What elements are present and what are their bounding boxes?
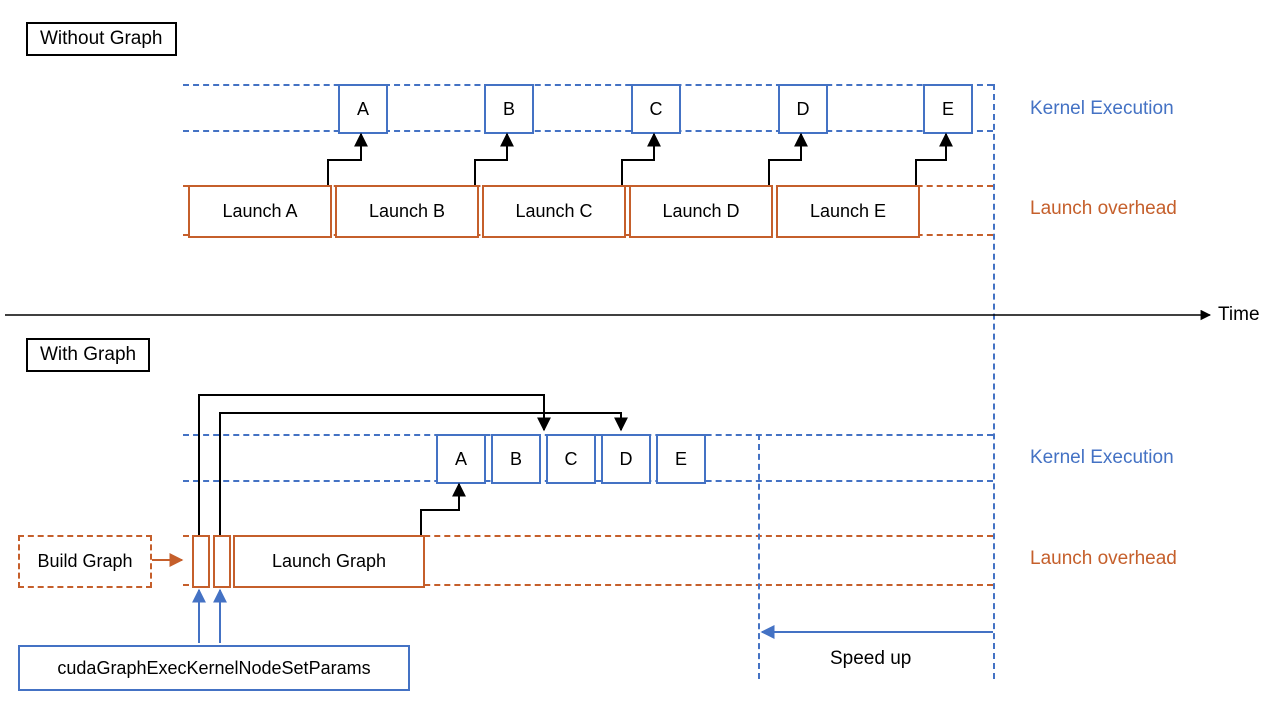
launch-label: Launch C	[515, 201, 592, 222]
kernel-box-a-2: A	[436, 434, 486, 484]
kernel-box-c-2: C	[546, 434, 596, 484]
row-label-launch-top: Launch overhead	[1030, 198, 1177, 220]
launch-label: Launch A	[222, 201, 297, 222]
api-box: cudaGraphExecKernelNodeSetParams	[18, 645, 410, 691]
speedup-right-line	[993, 84, 995, 679]
arrow-launch-c	[622, 134, 654, 185]
launch-label: Launch D	[662, 201, 739, 222]
arrow-launch-a	[328, 134, 361, 185]
kernel-label: B	[503, 99, 515, 120]
kernel-label: D	[797, 99, 810, 120]
kernel-label: D	[620, 449, 633, 470]
kernel-label: E	[675, 449, 687, 470]
kernel-box-c: C	[631, 84, 681, 134]
row-label-kernel-bottom: Kernel Execution	[1030, 447, 1174, 469]
launch-graph-box: Launch Graph	[233, 535, 425, 588]
pre-box-1	[192, 535, 210, 588]
arrow-launch-b	[475, 134, 507, 185]
build-graph-label: Build Graph	[37, 551, 132, 572]
launch-box-c: Launch C	[482, 185, 626, 238]
kernel-label: C	[565, 449, 578, 470]
kernel-box-d-2: D	[601, 434, 651, 484]
row-label-launch-bottom: Launch overhead	[1030, 548, 1177, 570]
kernel-box-b: B	[484, 84, 534, 134]
arrow-launch-e	[916, 134, 946, 185]
launch-label: Launch E	[810, 201, 886, 222]
arrow-launch-d	[769, 134, 801, 185]
launch-box-b: Launch B	[335, 185, 479, 238]
arrow-launch-graph	[421, 484, 459, 535]
launch-label: Launch Graph	[272, 551, 386, 572]
kernel-box-a: A	[338, 84, 388, 134]
pre-box-2	[213, 535, 231, 588]
lane-kernel-bottom	[183, 130, 993, 132]
axis-time-label: Time	[1218, 304, 1260, 326]
launch-label: Launch B	[369, 201, 445, 222]
launch-box-a: Launch A	[188, 185, 332, 238]
lane-kernel-top	[183, 84, 993, 86]
kernel-box-b-2: B	[491, 434, 541, 484]
build-graph-box: Build Graph	[18, 535, 152, 588]
kernel-label: A	[455, 449, 467, 470]
api-label: cudaGraphExecKernelNodeSetParams	[57, 658, 370, 679]
kernel-box-e: E	[923, 84, 973, 134]
kernel-box-d: D	[778, 84, 828, 134]
row-label-kernel-top: Kernel Execution	[1030, 98, 1174, 120]
speedup-left-line	[758, 434, 760, 679]
speedup-label: Speed up	[830, 648, 911, 670]
kernel-label: A	[357, 99, 369, 120]
kernel-label: E	[942, 99, 954, 120]
kernel-label: B	[510, 449, 522, 470]
kernel-box-e-2: E	[656, 434, 706, 484]
launch-box-d: Launch D	[629, 185, 773, 238]
kernel-label: C	[650, 99, 663, 120]
launch-box-e: Launch E	[776, 185, 920, 238]
section-title-without: Without Graph	[26, 22, 177, 56]
section-title-with: With Graph	[26, 338, 150, 372]
